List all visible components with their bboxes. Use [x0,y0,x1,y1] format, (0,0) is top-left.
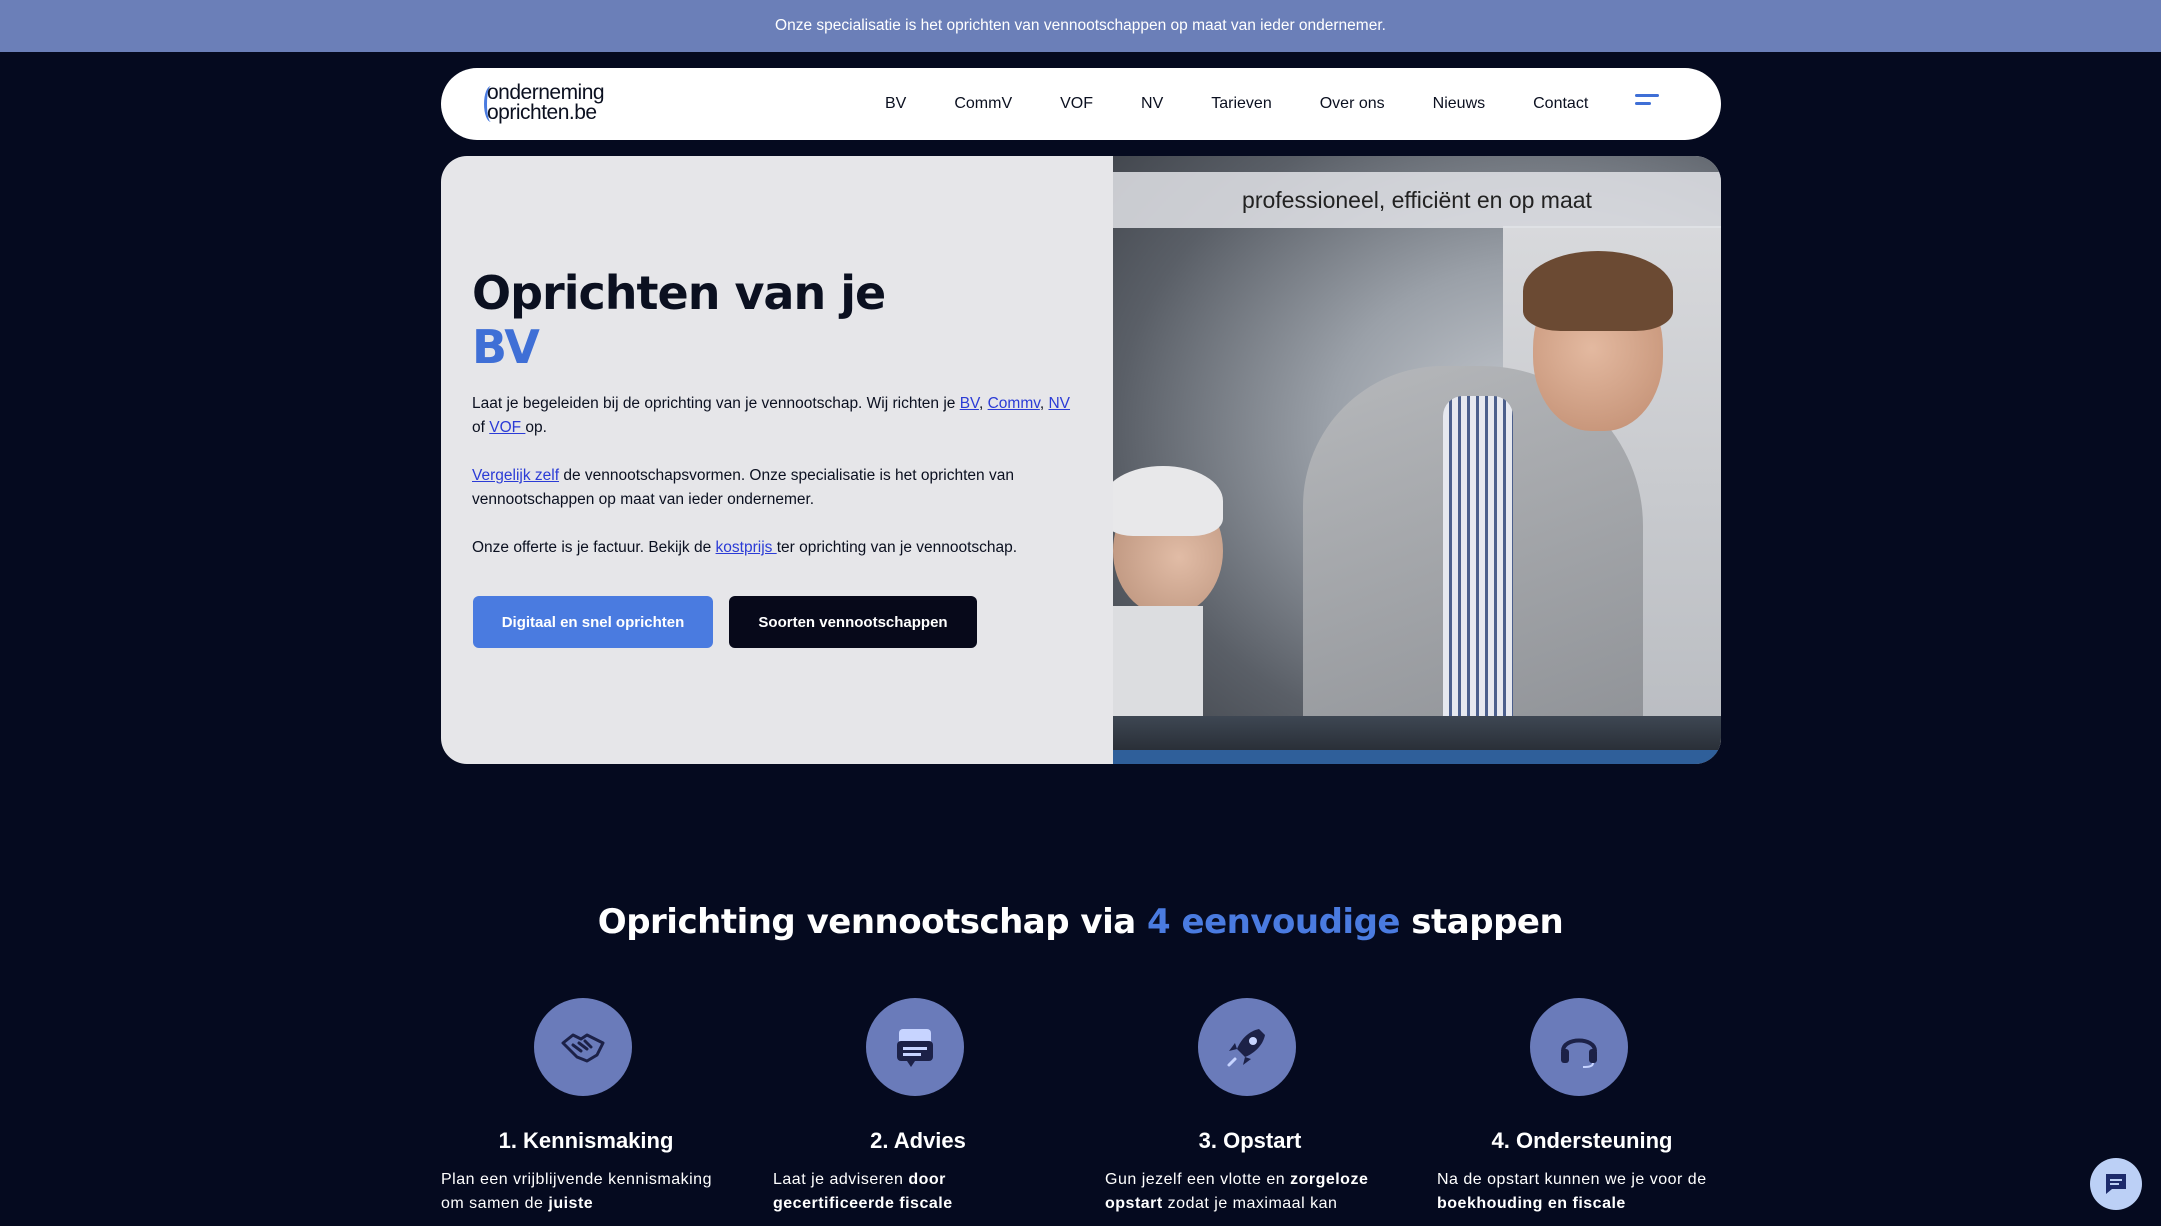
hero-photo: professioneel, efficiënt en op maat [1113,156,1721,764]
link-nv[interactable]: NV [1048,395,1070,412]
nav-item-nv[interactable]: NV [1117,95,1187,113]
steps-title-start: Oprichting vennootschap via [597,902,1148,942]
chat-bubble-icon [2106,1174,2126,1194]
step-desc-bold: boekhouding en fiscale [1437,1195,1626,1212]
handshake-icon [534,998,632,1096]
p1-end: op. [525,419,547,436]
p1-of: of [472,419,490,436]
chat-icon [866,998,964,1096]
photo-caption-text: professioneel, efficiënt en op maat [1242,186,1592,213]
nav-item-tarieven[interactable]: Tarieven [1187,95,1295,113]
step-desc-text: Gun jezelf een vlotte en [1105,1171,1291,1188]
nav-menu: BV CommV VOF NV Tarieven Over ons Nieuws… [861,68,1612,140]
step-desc-text: Laat je adviseren [773,1171,909,1188]
headset-icon [1530,998,1628,1096]
link-bv[interactable]: BV [960,395,979,412]
hero-paragraph-2: Vergelijk zelf de vennootschapsvormen. O… [472,464,1082,512]
photo-person-main-hair [1523,251,1673,331]
nav-item-vof[interactable]: VOF [1036,95,1117,113]
announcement-bar: Onze specialisatie is het oprichten van … [0,0,2161,52]
site-logo[interactable]: onderneming oprichten.be [484,82,637,126]
logo-line2: oprichten.be [487,101,597,124]
step-title: 1. Kennismaking [498,1128,674,1153]
hamburger-menu-icon[interactable] [1635,94,1663,114]
hero-paragraph-1: Laat je begeleiden bij de oprichting van… [472,392,1082,440]
link-vergelijk-zelf[interactable]: Vergelijk zelf [472,467,559,484]
step-desc-text-2: zodat je maximaal kan [1162,1195,1338,1212]
link-commv[interactable]: Commv [988,395,1040,412]
p3-end: ter oprichting van je vennootschap. [776,539,1018,556]
link-vof[interactable]: VOF [489,419,525,436]
photo-caption: professioneel, efficiënt en op maat [1113,172,1721,228]
soorten-vennootschappen-button[interactable]: Soorten vennootschappen [729,596,977,648]
step-description: Plan een vrijblijvende kennismaking om s… [441,1168,731,1216]
main-navigation: onderneming oprichten.be BV CommV VOF NV… [441,68,1721,140]
photo-bottom-strip [1113,750,1721,764]
nav-item-commv[interactable]: CommV [930,95,1036,113]
hero-section: Oprichten van je BV Laat je begeleiden b… [441,156,1721,764]
step-description: Na de opstart kunnen we je voor de boekh… [1437,1168,1727,1216]
hero-content: Oprichten van je BV Laat je begeleiden b… [441,156,1113,764]
p3-text: Onze offerte is je factuur. Bekijk de [472,539,716,556]
step-title: 4. Ondersteuning [1491,1128,1673,1153]
step-description: Gun jezelf een vlotte en zorgeloze opsta… [1105,1168,1395,1216]
p1-sep: , [978,395,988,412]
hero-paragraph-3: Onze offerte is je factuur. Bekijk de ko… [472,536,1082,560]
hero-title: Oprichten van je BV [472,266,886,374]
photo-person-secondary-hair [1113,466,1223,536]
steps-section-title: Oprichting vennootschap via 4 eenvoudige… [0,902,2161,942]
rocket-icon [1198,998,1296,1096]
nav-item-contact[interactable]: Contact [1509,95,1612,113]
step-desc-text: Na de opstart kunnen we je voor de [1437,1171,1707,1188]
p1-text: Laat je begeleiden bij de oprichting van… [472,395,960,412]
chat-widget-button[interactable] [2090,1158,2142,1210]
nav-item-over-ons[interactable]: Over ons [1296,95,1409,113]
hero-title-accent: BV [472,320,540,374]
step-desc-bold: juiste [548,1195,594,1212]
step-title: 2. Advies [870,1128,966,1153]
steps-title-accent: 4 eenvoudige [1147,902,1400,942]
link-kostprijs[interactable]: kostprijs [716,539,777,556]
nav-item-bv[interactable]: BV [861,95,930,113]
steps-title-end: stappen [1399,902,1564,942]
step-description: Laat je adviseren door gecertificeerde f… [773,1168,1063,1216]
step-title: 3. Opstart [1198,1128,1302,1153]
digitaal-oprichten-button[interactable]: Digitaal en snel oprichten [473,596,713,648]
nav-item-nieuws[interactable]: Nieuws [1409,95,1509,113]
announcement-text: Onze specialisatie is het oprichten van … [775,17,1386,34]
photo-person-main-shirt [1443,396,1513,756]
hero-title-line1: Oprichten van je [472,266,886,320]
